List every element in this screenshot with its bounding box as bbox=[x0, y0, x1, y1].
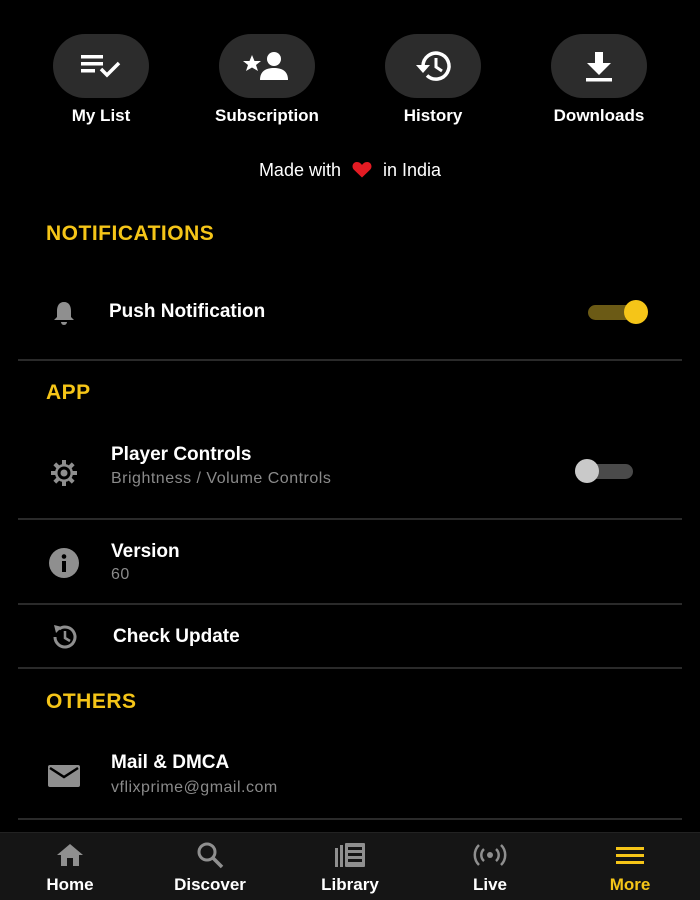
info-icon bbox=[46, 547, 82, 579]
push-notification-label: Push Notification bbox=[109, 301, 266, 322]
bell-icon bbox=[46, 300, 82, 326]
version-label: Version bbox=[111, 541, 180, 562]
mail-dmca-label: Mail & DMCA bbox=[111, 752, 230, 773]
person-star-icon bbox=[243, 52, 288, 80]
nav-library-label: Library bbox=[321, 875, 379, 894]
divider bbox=[18, 518, 682, 520]
section-title-notifications: NOTIFICATIONS bbox=[46, 222, 215, 245]
downloads-button[interactable]: Downloads bbox=[534, 34, 664, 126]
made-with-suffix: in India bbox=[383, 160, 442, 180]
mail-address[interactable]: vflixprime@gmail.com bbox=[111, 779, 278, 797]
quick-actions: My List Subscription History Downloads bbox=[18, 34, 682, 134]
section-title-others: OTHERS bbox=[46, 690, 137, 713]
nav-home-label: Home bbox=[46, 875, 94, 894]
player-controls-row[interactable]: Player Controls Brightness / Volume Cont… bbox=[18, 440, 682, 500]
push-notification-toggle[interactable] bbox=[588, 300, 650, 324]
refresh-icon bbox=[46, 622, 82, 652]
nav-discover[interactable]: Discover bbox=[140, 841, 280, 895]
divider bbox=[18, 359, 682, 361]
downloads-label: Downloads bbox=[553, 106, 645, 125]
nav-library[interactable]: Library bbox=[280, 841, 420, 895]
push-notification-row[interactable]: Push Notification bbox=[18, 284, 682, 340]
mail-dmca-row[interactable]: Mail & DMCA vflixprime@gmail.com bbox=[18, 750, 682, 806]
history-icon bbox=[416, 51, 451, 81]
gear-icon bbox=[46, 458, 82, 488]
check-update-row[interactable]: Check Update bbox=[18, 618, 682, 658]
made-with-text: Made with in India bbox=[0, 160, 700, 183]
nav-discover-label: Discover bbox=[174, 875, 246, 894]
player-controls-toggle[interactable] bbox=[575, 459, 637, 483]
made-with-prefix: Made with bbox=[258, 160, 341, 180]
my-list-icon-circle bbox=[53, 34, 149, 98]
download-icon bbox=[586, 52, 612, 82]
heart-icon bbox=[352, 161, 372, 183]
menu-icon bbox=[560, 841, 700, 869]
subscription-label: Subscription bbox=[215, 106, 319, 125]
nav-live[interactable]: Live bbox=[420, 841, 560, 895]
nav-more[interactable]: More bbox=[560, 841, 700, 895]
library-icon bbox=[280, 841, 420, 869]
nav-live-label: Live bbox=[472, 875, 508, 894]
player-controls-label: Player Controls bbox=[111, 444, 252, 465]
version-value: 60 bbox=[111, 566, 130, 583]
my-list-label: My List bbox=[71, 106, 131, 125]
live-broadcast-icon bbox=[420, 841, 560, 869]
divider bbox=[18, 667, 682, 669]
history-icon-circle bbox=[385, 34, 481, 98]
home-icon bbox=[0, 841, 140, 869]
mail-icon bbox=[46, 764, 82, 788]
check-update-label: Check Update bbox=[113, 626, 240, 647]
search-icon bbox=[140, 841, 280, 869]
history-button[interactable]: History bbox=[368, 34, 498, 126]
bottom-navigation: Home Discover Library Live More bbox=[0, 832, 700, 900]
downloads-icon-circle bbox=[551, 34, 647, 98]
player-controls-subtitle: Brightness / Volume Controls bbox=[111, 470, 332, 487]
history-label: History bbox=[403, 106, 463, 125]
more-screen: My List Subscription History Downloads M… bbox=[0, 0, 700, 900]
divider bbox=[18, 603, 682, 605]
my-list-button[interactable]: My List bbox=[36, 34, 166, 126]
version-row: Version 60 bbox=[18, 537, 682, 589]
nav-more-label: More bbox=[609, 875, 651, 894]
section-title-app: APP bbox=[46, 381, 91, 404]
divider bbox=[18, 818, 682, 820]
nav-home[interactable]: Home bbox=[0, 841, 140, 895]
playlist-check-icon bbox=[81, 55, 121, 78]
subscription-button[interactable]: Subscription bbox=[202, 34, 332, 126]
subscription-icon-circle bbox=[219, 34, 315, 98]
